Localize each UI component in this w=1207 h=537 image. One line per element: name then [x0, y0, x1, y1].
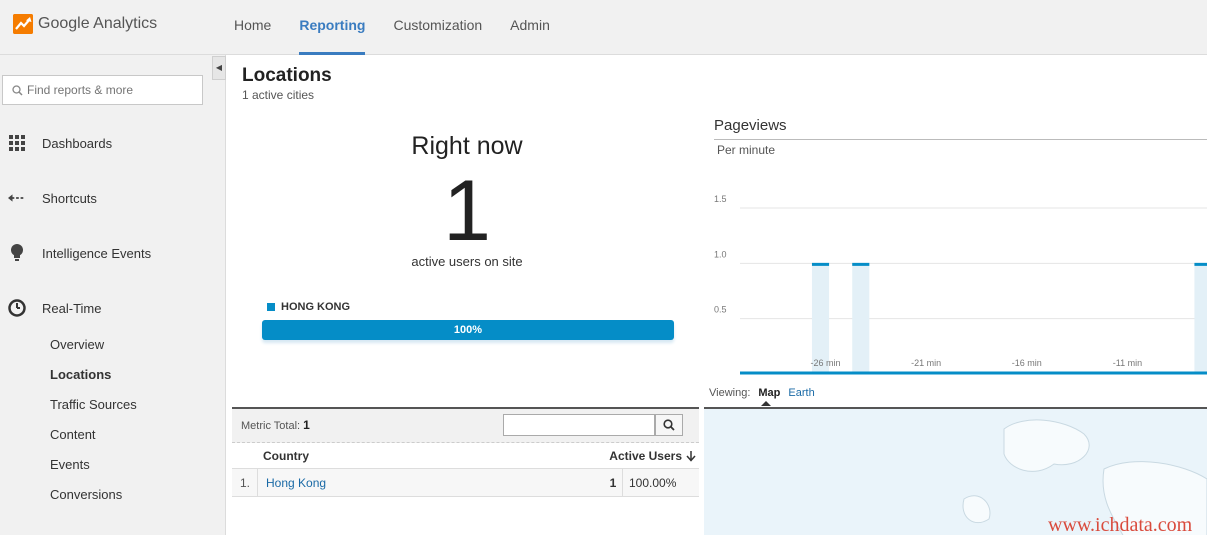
- view-switcher: Viewing: Map Earth: [709, 387, 815, 406]
- report-search[interactable]: [2, 75, 203, 105]
- column-header-country[interactable]: Country: [263, 449, 309, 463]
- analytics-logo-icon: [13, 14, 33, 34]
- sidebar-item-label: Real-Time: [42, 300, 102, 316]
- view-map-tab[interactable]: Map: [758, 387, 780, 406]
- x-tick-label: -11 min: [1113, 358, 1142, 368]
- table-header-row: Country Active Users: [232, 443, 699, 469]
- sidebar-item-label: Intelligence Events: [42, 245, 152, 261]
- sidebar-item-label: Dashboards: [42, 135, 113, 151]
- search-icon: [663, 419, 675, 431]
- sidebar-item-content[interactable]: Content: [50, 425, 96, 445]
- clock-icon: [8, 299, 26, 317]
- active-users-count: 1: [443, 163, 491, 259]
- shortcut-arrow-icon: [8, 189, 26, 207]
- sidebar: Dashboards Shortcuts Intelligence Events…: [0, 55, 226, 535]
- sidebar-item-intelligence-events[interactable]: Intelligence Events: [0, 238, 226, 268]
- main-content: Locations 1 active cities Right now 1 ac…: [227, 56, 1207, 535]
- metric-total-label: Metric Total:: [241, 420, 301, 432]
- active-users-percent: 100.00%: [622, 469, 699, 497]
- chart-divider: [714, 139, 1207, 140]
- tab-home[interactable]: Home: [220, 0, 285, 55]
- table-toolbar: Metric Total: 1: [232, 407, 699, 443]
- sidebar-item-overview[interactable]: Overview: [50, 335, 104, 355]
- bar: [852, 263, 870, 374]
- sidebar-item-shortcuts[interactable]: Shortcuts: [0, 183, 226, 213]
- app-name: Google Analytics: [38, 15, 158, 32]
- legend-swatch: [267, 303, 275, 311]
- logo[interactable]: Google Analytics: [13, 13, 157, 35]
- collapse-sidebar-button[interactable]: ◀: [212, 56, 226, 80]
- sidebar-item-dashboards[interactable]: Dashboards: [0, 128, 226, 158]
- page-title: Locations: [242, 65, 332, 86]
- x-tick-label: -21 min: [911, 358, 941, 368]
- row-index: 1.: [240, 476, 251, 490]
- search-input[interactable]: [27, 83, 197, 97]
- chart-title: Pageviews: [714, 117, 787, 134]
- lightbulb-icon: [8, 244, 26, 262]
- column-header-active-users[interactable]: Active Users: [609, 449, 697, 463]
- right-now-heading: Right now: [411, 132, 523, 160]
- y-tick-label: 1.0: [714, 249, 727, 259]
- table-search-input[interactable]: [503, 414, 655, 436]
- view-earth-tab[interactable]: Earth: [788, 387, 814, 399]
- sidebar-item-traffic-sources[interactable]: Traffic Sources: [50, 395, 137, 415]
- sidebar-item-label: Shortcuts: [42, 190, 97, 206]
- x-tick-label: -16 min: [1012, 358, 1042, 368]
- table-row: 1. Hong Kong 1 100.00%: [232, 469, 699, 497]
- table-search-button[interactable]: [655, 414, 683, 436]
- bar: [1194, 263, 1207, 374]
- location-legend: HONG KONG: [267, 301, 350, 313]
- watermark: www.ichdata.com: [1048, 514, 1193, 536]
- column-header-label: Active Users: [609, 449, 682, 463]
- top-bar: Google Analytics Home Reporting Customiz…: [0, 0, 1207, 55]
- sidebar-item-events[interactable]: Events: [50, 455, 90, 475]
- locations-table: Metric Total: 1 Country Active Users 1. …: [232, 407, 699, 497]
- active-users-value: 1: [609, 476, 617, 490]
- grid-icon: [8, 134, 26, 152]
- country-link[interactable]: Hong Kong: [257, 469, 602, 497]
- sidebar-item-locations[interactable]: Locations: [50, 365, 111, 385]
- x-tick-label: -26 min: [811, 358, 841, 368]
- metric-total-value: 1: [303, 418, 310, 432]
- y-tick-label: 0.5: [714, 305, 727, 315]
- viewing-label: Viewing:: [709, 387, 751, 399]
- sidebar-item-realtime[interactable]: Real-Time: [0, 293, 226, 323]
- metric-total: Metric Total: 1: [241, 418, 310, 432]
- tab-reporting[interactable]: Reporting: [285, 0, 379, 55]
- tab-customization[interactable]: Customization: [379, 0, 496, 55]
- sidebar-item-conversions[interactable]: Conversions: [50, 485, 122, 505]
- pageviews-chart: 1.5 1.0 0.5 -26 min -21 min -16 min -11 min: [714, 194, 1207, 375]
- y-tick-label: 1.5: [714, 194, 727, 204]
- location-share-bar: 100%: [262, 320, 674, 340]
- search-icon: [7, 84, 27, 96]
- chart-subtitle: Per minute: [717, 143, 776, 157]
- legend-label: HONG KONG: [281, 301, 351, 313]
- sort-desc-icon: [686, 451, 696, 462]
- active-users-label: active users on site: [411, 254, 523, 269]
- page-subtitle: 1 active cities: [242, 88, 315, 102]
- main-nav: Home Reporting Customization Admin: [220, 0, 564, 55]
- tab-admin[interactable]: Admin: [496, 0, 564, 55]
